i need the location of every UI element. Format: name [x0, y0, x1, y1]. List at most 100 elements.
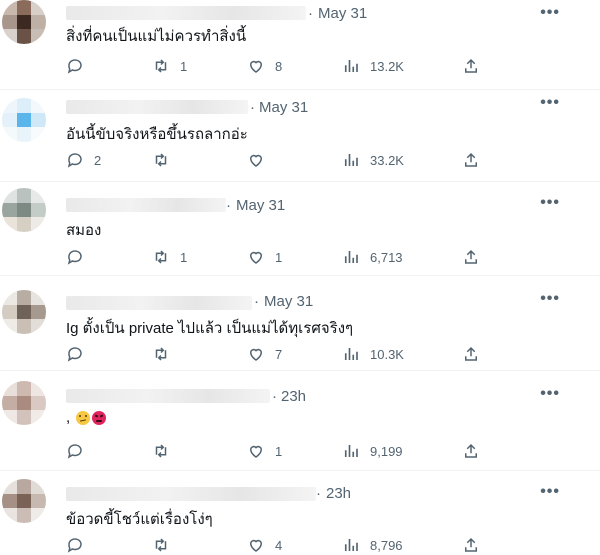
retweet-button[interactable] [152, 535, 180, 555]
views-icon [344, 445, 358, 457]
post-date[interactable]: 23h [281, 388, 306, 405]
share-icon [465, 537, 477, 552]
author-name-redacted[interactable] [66, 100, 248, 114]
like-button[interactable]: 7 [247, 344, 282, 364]
more-icon[interactable]: ••• [540, 194, 560, 212]
post-date[interactable]: May 31 [264, 293, 313, 310]
post-date[interactable]: May 31 [236, 197, 285, 214]
share-icon [465, 443, 477, 458]
confused-face-emoji [76, 411, 91, 426]
like-count: 1 [275, 443, 283, 459]
view-count: 6,713 [370, 249, 403, 265]
more-icon[interactable]: ••• [540, 290, 560, 308]
more-icon[interactable]: ••• [540, 4, 560, 22]
retweet-icon [155, 538, 167, 552]
reply-button[interactable] [66, 344, 94, 364]
views-button[interactable]: 13.2K [342, 56, 404, 76]
reply-button[interactable] [66, 441, 94, 461]
reply-text: สิ่งที่คนเป็นแม่ไม่ควรทำสิ่งนี้ [66, 28, 247, 45]
retweet-button[interactable]: 1 [152, 247, 187, 267]
share-icon [465, 346, 477, 361]
like-button[interactable]: 1 [247, 441, 282, 461]
avatar[interactable] [2, 381, 46, 425]
like-count: 8 [275, 58, 283, 74]
reply-item[interactable]: · May 31 ••• สิ่งที่คนเป็นแม่ไม่ควรทำสิ่… [0, 0, 600, 90]
share-button[interactable] [462, 247, 480, 267]
separator-dot: · [316, 485, 321, 502]
views-button[interactable]: 33.2K [342, 150, 404, 170]
retweet-button[interactable] [152, 150, 180, 170]
author-name-redacted[interactable] [66, 198, 226, 212]
like-button[interactable]: 4 [247, 535, 282, 555]
action-bar: 1 8 13.2K [66, 56, 486, 76]
retweet-button[interactable]: 1 [152, 56, 187, 76]
views-icon [344, 251, 358, 263]
like-count: 4 [275, 537, 283, 553]
avatar[interactable] [2, 0, 46, 44]
post-date[interactable]: May 31 [318, 5, 367, 22]
author-name-redacted[interactable] [66, 296, 252, 310]
avatar[interactable] [2, 98, 46, 142]
retweet-button[interactable] [152, 344, 180, 364]
reply-item[interactable]: · May 31 ••• สมอง 1 1 6,713 [0, 182, 600, 276]
avatar[interactable] [2, 188, 46, 232]
like-button[interactable] [247, 150, 275, 170]
reply-item[interactable]: · 23h ••• ข้อวดขี้โชว์แต่เรื่องโง่ๆ 4 8,… [0, 471, 600, 555]
share-button[interactable] [462, 535, 480, 555]
separator-dot: · [308, 5, 313, 22]
like-button[interactable]: 1 [247, 247, 282, 267]
reply-icon [67, 153, 82, 168]
reply-button[interactable]: 2 [66, 150, 101, 170]
action-bar: 2 33.2K [66, 150, 486, 170]
post-date[interactable]: 23h [326, 485, 351, 502]
views-icon [344, 154, 358, 166]
views-icon [344, 60, 358, 72]
retweet-icon [155, 347, 167, 361]
like-icon [249, 60, 263, 73]
view-count: 9,199 [370, 443, 403, 459]
reply-button[interactable] [66, 56, 94, 76]
author-name-redacted[interactable] [66, 389, 270, 403]
reply-button[interactable] [66, 247, 94, 267]
views-button[interactable]: 8,796 [342, 535, 403, 555]
share-icon [465, 58, 477, 73]
more-icon[interactable]: ••• [540, 483, 560, 501]
reply-button[interactable] [66, 535, 94, 555]
author-name-redacted[interactable] [66, 6, 306, 20]
views-icon [344, 539, 358, 551]
share-button[interactable] [462, 150, 480, 170]
reply-icon [67, 538, 82, 553]
more-icon[interactable]: ••• [540, 94, 560, 112]
retweet-icon [155, 250, 167, 264]
like-icon [249, 539, 263, 552]
views-button[interactable]: 6,713 [342, 247, 403, 267]
retweet-icon [155, 153, 167, 167]
angry-face-emoji [92, 411, 107, 426]
avatar[interactable] [2, 290, 46, 334]
retweet-count: 1 [180, 58, 188, 74]
action-bar: 7 10.3K [66, 344, 486, 364]
share-button[interactable] [462, 344, 480, 364]
share-button[interactable] [462, 56, 480, 76]
reply-item[interactable]: · May 31 ••• อันนี้ขับจริงหรือขึ้นรถลากอ… [0, 90, 600, 182]
share-icon [465, 152, 477, 167]
avatar[interactable] [2, 479, 46, 523]
like-icon [249, 445, 263, 458]
view-count: 33.2K [370, 152, 404, 168]
more-icon[interactable]: ••• [540, 385, 560, 403]
reply-item[interactable]: · 23h ••• , 1 9,199 [0, 371, 600, 471]
share-button[interactable] [462, 441, 480, 461]
views-button[interactable]: 10.3K [342, 344, 404, 364]
retweet-icon [155, 59, 167, 73]
reply-text: Ig ตั้งเป็น private ไปแล้ว เป็นแม่ได้ทุเ… [66, 320, 354, 337]
like-button[interactable]: 8 [247, 56, 282, 76]
reply-text-comma: , [66, 409, 71, 426]
post-date[interactable]: May 31 [259, 99, 308, 116]
retweet-button[interactable] [152, 441, 180, 461]
like-count: 7 [275, 346, 283, 362]
reply-count: 2 [94, 152, 102, 168]
reply-text: สมอง [66, 222, 102, 239]
author-name-redacted[interactable] [66, 487, 316, 501]
reply-item[interactable]: · May 31 ••• Ig ตั้งเป็น private ไปแล้ว … [0, 276, 600, 371]
views-button[interactable]: 9,199 [342, 441, 403, 461]
